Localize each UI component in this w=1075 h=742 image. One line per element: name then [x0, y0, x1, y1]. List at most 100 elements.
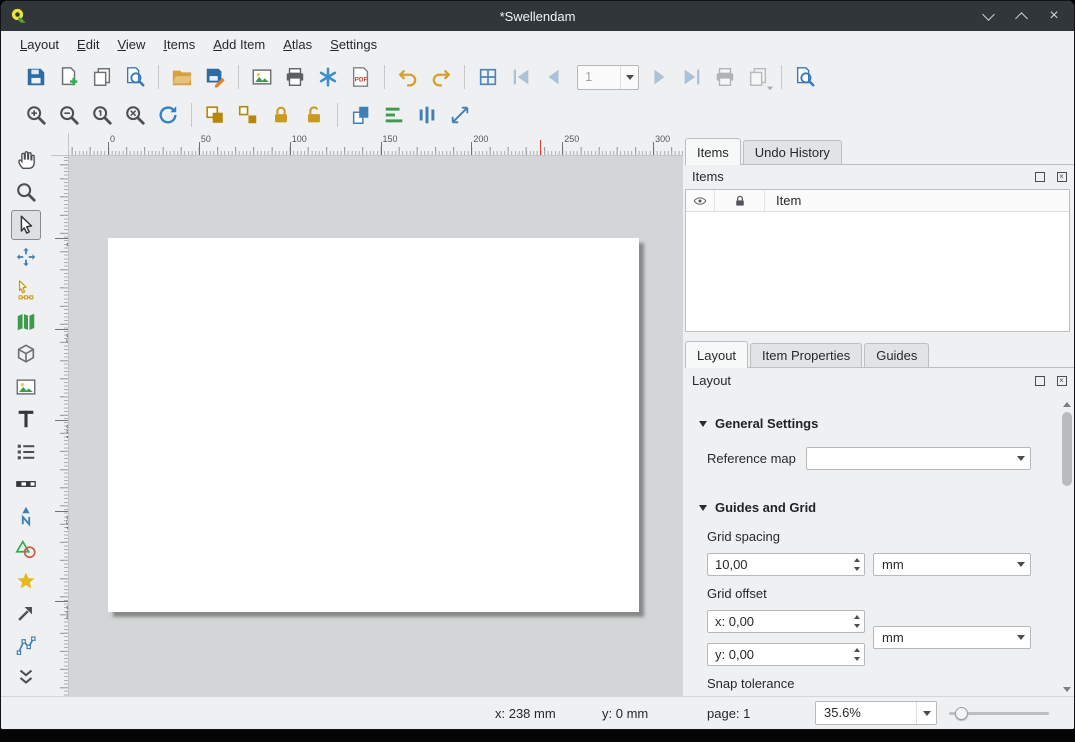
print-atlas-button[interactable] — [710, 62, 740, 92]
maximize-icon[interactable] — [1013, 8, 1029, 24]
menu-edit[interactable]: Edit — [68, 33, 108, 56]
close-icon[interactable]: × — [1046, 8, 1062, 24]
add-shape-tool-button[interactable] — [11, 534, 41, 564]
atlas-settings-button[interactable] — [790, 62, 820, 92]
zoom-level-combo[interactable]: 35.6% — [815, 701, 937, 725]
first-feature-button[interactable] — [506, 62, 536, 92]
zoom-in-button[interactable] — [21, 100, 51, 130]
zoom-tool-button[interactable] — [11, 177, 41, 207]
dropdown-caret-icon[interactable] — [1011, 554, 1030, 575]
move-item-content-tool-button[interactable] — [11, 242, 41, 272]
lock-items-button[interactable] — [266, 100, 296, 130]
zoom-slider[interactable] — [949, 707, 1049, 720]
group-items-button[interactable] — [200, 100, 230, 130]
save-project-button[interactable] — [21, 62, 51, 92]
tab-undo-history[interactable]: Undo History — [743, 140, 842, 164]
select-move-item-tool-button[interactable] — [11, 210, 41, 240]
dropdown-caret-icon[interactable] — [916, 702, 936, 724]
item-column-header[interactable]: Item — [765, 190, 1069, 211]
tab-item-properties[interactable]: Item Properties — [750, 343, 862, 367]
float-panel-icon[interactable] — [1032, 169, 1047, 184]
close-panel-icon[interactable]: × — [1054, 169, 1069, 184]
add-north-arrow-tool-button[interactable] — [11, 501, 41, 531]
unlock-items-button[interactable] — [299, 100, 329, 130]
reference-map-combo[interactable] — [806, 447, 1031, 470]
tab-items[interactable]: Items — [685, 138, 741, 164]
zoom-out-button[interactable] — [54, 100, 84, 130]
more-tools-button[interactable] — [11, 662, 41, 692]
previous-feature-button[interactable] — [539, 62, 569, 92]
grid-spacing-spinbox[interactable]: 10,00 — [707, 553, 865, 576]
print-layout-button[interactable] — [280, 62, 310, 92]
titlebar[interactable]: *Swellendam × — [1, 1, 1074, 31]
zoom-full-button[interactable] — [120, 100, 150, 130]
scrollbar-thumb[interactable] — [1062, 412, 1072, 486]
zoom-actual-button[interactable] — [87, 100, 117, 130]
scroll-up-icon[interactable] — [1061, 398, 1073, 410]
add-node-item-tool-button[interactable] — [11, 631, 41, 661]
dropdown-caret-icon[interactable] — [1011, 448, 1030, 469]
spinbox-arrows-icon[interactable] — [854, 615, 860, 628]
close-panel-icon[interactable]: × — [1054, 373, 1069, 388]
vertical-ruler[interactable]: 050100150200 — [51, 156, 69, 697]
grid-offset-x-spinbox[interactable]: x: 0,00 — [707, 610, 865, 633]
new-layout-button[interactable] — [54, 62, 84, 92]
export-as-pdf-button[interactable] — [346, 62, 376, 92]
refresh-view-button[interactable] — [153, 100, 183, 130]
tab-guides[interactable]: Guides — [864, 343, 929, 367]
add-legend-tool-button[interactable] — [11, 437, 41, 467]
menu-atlas[interactable]: Atlas — [274, 33, 321, 56]
menu-add-item[interactable]: Add Item — [204, 33, 274, 56]
add-scalebar-tool-button[interactable] — [11, 469, 41, 499]
add-arrow-tool-button[interactable] — [11, 598, 41, 628]
grid-spacing-unit-combo[interactable]: mm — [873, 553, 1031, 576]
edit-nodes-item-tool-button[interactable] — [11, 275, 41, 305]
export-as-image-button[interactable] — [247, 62, 277, 92]
items-list[interactable]: Item — [685, 189, 1070, 332]
menu-view[interactable]: View — [108, 33, 154, 56]
undo-button[interactable] — [393, 62, 423, 92]
next-feature-button[interactable] — [644, 62, 674, 92]
add-label-tool-button[interactable] — [11, 404, 41, 434]
menu-settings[interactable]: Settings — [321, 33, 386, 56]
save-as-template-button[interactable] — [200, 62, 230, 92]
zoom-slider-handle[interactable] — [955, 707, 968, 720]
export-atlas-button[interactable] — [743, 62, 773, 92]
add-items-from-template-button[interactable] — [167, 62, 197, 92]
align-items-button[interactable] — [379, 100, 409, 130]
redo-button[interactable] — [426, 62, 456, 92]
grid-offset-y-spinbox[interactable]: y: 0,00 — [707, 643, 865, 666]
float-panel-icon[interactable] — [1032, 373, 1047, 388]
horizontal-ruler[interactable]: 050100150200250300 — [69, 133, 683, 156]
spinbox-arrows-icon[interactable] — [854, 558, 860, 571]
dropdown-caret-icon[interactable] — [1011, 627, 1030, 648]
scroll-down-icon[interactable] — [1061, 683, 1073, 695]
distribute-items-button[interactable] — [412, 100, 442, 130]
raise-items-button[interactable] — [346, 100, 376, 130]
tab-layout[interactable]: Layout — [685, 341, 748, 367]
menu-layout[interactable]: Layout — [11, 33, 68, 56]
atlas-feature-combo[interactable]: 1 — [577, 65, 639, 90]
dropdown-caret-icon[interactable] — [620, 66, 638, 89]
export-as-svg-button[interactable] — [313, 62, 343, 92]
guides-and-grid-section-header[interactable]: Guides and Grid — [699, 500, 816, 515]
grid-offset-unit-combo[interactable]: mm — [873, 626, 1031, 649]
spinbox-arrows-icon[interactable] — [854, 648, 860, 661]
last-feature-button[interactable] — [677, 62, 707, 92]
layout-manager-button[interactable] — [120, 62, 150, 92]
duplicate-layout-button[interactable] — [87, 62, 117, 92]
resize-items-button[interactable] — [445, 100, 475, 130]
lock-column-header[interactable] — [715, 190, 765, 211]
add-marker-tool-button[interactable] — [11, 566, 41, 596]
ungroup-items-button[interactable] — [233, 100, 263, 130]
pan-tool-button[interactable] — [11, 145, 41, 175]
visibility-column-header[interactable] — [686, 190, 715, 211]
general-settings-section-header[interactable]: General Settings — [699, 416, 818, 431]
panel-scrollbar[interactable] — [1061, 398, 1073, 695]
add-3d-map-tool-button[interactable] — [11, 339, 41, 369]
layout-canvas[interactable] — [69, 156, 683, 697]
add-map-tool-button[interactable] — [11, 307, 41, 337]
add-picture-tool-button[interactable] — [11, 372, 41, 402]
menu-items[interactable]: Items — [154, 33, 204, 56]
preview-atlas-button[interactable] — [473, 62, 503, 92]
